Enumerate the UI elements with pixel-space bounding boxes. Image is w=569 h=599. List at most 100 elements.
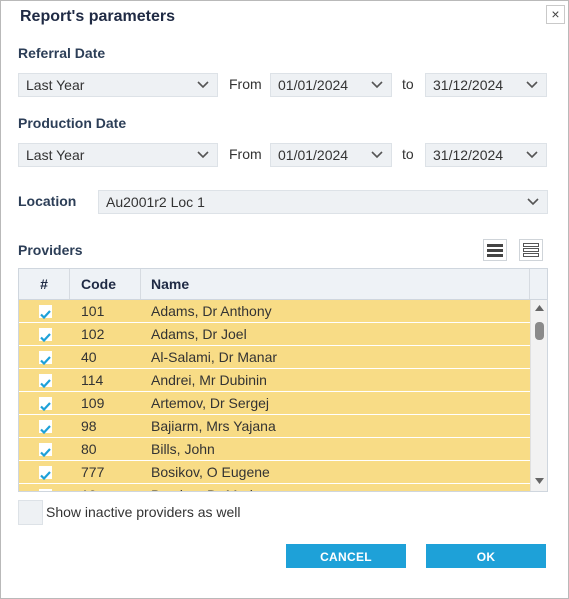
row-code: 40 bbox=[81, 349, 97, 365]
row-name: Andrei, Mr Dubinin bbox=[151, 372, 267, 388]
row-check-cell bbox=[19, 484, 70, 491]
production-to-value: 31/12/2024 bbox=[433, 147, 504, 163]
row-check-cell bbox=[19, 369, 70, 392]
row-check-cell bbox=[19, 392, 70, 415]
referral-from-label: From bbox=[229, 76, 262, 92]
column-header-name[interactable]: Name bbox=[141, 269, 530, 299]
chevron-down-icon bbox=[527, 198, 539, 206]
select-all-button[interactable] bbox=[483, 239, 507, 261]
row-check-cell bbox=[19, 300, 70, 323]
row-name: Bajiarm, Mrs Yajana bbox=[151, 418, 276, 434]
table-row[interactable]: 109 Artemov, Dr Sergej bbox=[19, 392, 530, 415]
check-icon bbox=[40, 448, 51, 458]
row-name: Brasher, Dr Mark bbox=[141, 484, 530, 491]
column-header-code[interactable]: Code bbox=[70, 269, 141, 299]
show-inactive-checkbox[interactable] bbox=[18, 500, 43, 525]
check-icon bbox=[40, 356, 51, 366]
cancel-button[interactable]: CANCEL bbox=[286, 544, 406, 568]
production-from-date[interactable]: 01/01/2024 bbox=[270, 143, 392, 167]
table-row[interactable]: 114 Andrei, Mr Dubinin bbox=[19, 369, 530, 392]
table-row[interactable]: 40 Al-Salami, Dr Manar bbox=[19, 346, 530, 369]
referral-to-date[interactable]: 31/12/2024 bbox=[425, 73, 547, 97]
row-name: Adams, Dr Anthony bbox=[151, 303, 272, 319]
row-check-cell bbox=[19, 461, 70, 484]
table-row[interactable]: 10Brasher, Dr Mark bbox=[19, 484, 530, 491]
table-row[interactable]: 777 Bosikov, O Eugene bbox=[19, 461, 530, 484]
row-name: Bills, John bbox=[151, 441, 215, 457]
row-checkbox[interactable] bbox=[39, 374, 52, 389]
row-code: 101 bbox=[81, 303, 105, 319]
location-label: Location bbox=[18, 193, 77, 209]
check-icon bbox=[40, 471, 51, 481]
referral-period-value: Last Year bbox=[26, 77, 85, 93]
referral-date-label: Referral Date bbox=[18, 45, 106, 61]
production-to-date[interactable]: 31/12/2024 bbox=[425, 143, 547, 167]
table-row[interactable]: 102 Adams, Dr Joel bbox=[19, 323, 530, 346]
referral-from-value: 01/01/2024 bbox=[278, 77, 349, 93]
row-check-cell bbox=[19, 323, 70, 346]
check-icon bbox=[40, 333, 51, 343]
chevron-down-icon bbox=[526, 81, 538, 89]
ok-button[interactable]: OK bbox=[426, 544, 546, 568]
show-inactive-label: Show inactive providers as well bbox=[46, 504, 241, 520]
row-code: 114 bbox=[81, 372, 104, 388]
scroll-down-icon[interactable] bbox=[535, 477, 544, 485]
referral-from-date[interactable]: 01/01/2024 bbox=[270, 73, 392, 97]
row-name: Bosikov, O Eugene bbox=[151, 464, 270, 480]
row-name: Al-Salami, Dr Manar bbox=[151, 349, 278, 365]
production-to-label: to bbox=[402, 146, 414, 162]
referral-to-label: to bbox=[402, 76, 414, 92]
check-icon bbox=[40, 402, 51, 412]
row-code: 98 bbox=[81, 418, 97, 434]
scrollbar-thumb[interactable] bbox=[535, 322, 544, 340]
chevron-down-icon bbox=[526, 151, 538, 159]
scroll-up-icon[interactable] bbox=[535, 304, 544, 312]
production-from-value: 01/01/2024 bbox=[278, 147, 349, 163]
dialog-title: Report's parameters bbox=[20, 8, 175, 25]
table-row[interactable]: 98 Bajiarm, Mrs Yajana bbox=[19, 415, 530, 438]
close-button[interactable]: × bbox=[546, 5, 565, 24]
row-checkbox[interactable] bbox=[39, 328, 52, 343]
check-icon bbox=[40, 379, 51, 389]
providers-grid: # Code Name 101 Adams, Dr Anthony 102 Adams… bbox=[18, 268, 548, 492]
row-code: 777 bbox=[81, 464, 105, 480]
row-code: 102 bbox=[81, 326, 105, 342]
row-check-cell bbox=[19, 438, 70, 461]
check-icon bbox=[40, 310, 51, 320]
row-checkbox[interactable] bbox=[39, 489, 52, 491]
table-row[interactable]: 80 Bills, John bbox=[19, 438, 530, 461]
row-checkbox[interactable] bbox=[39, 305, 52, 320]
providers-rows: 101 Adams, Dr Anthony 102 Adams, Dr Joel 40 A… bbox=[19, 300, 530, 491]
deselect-all-button[interactable] bbox=[519, 239, 543, 261]
row-checkbox[interactable] bbox=[39, 466, 52, 481]
grid-header: # Code Name bbox=[19, 269, 547, 300]
column-header-check[interactable]: # bbox=[19, 269, 70, 299]
location-value: Au2001r2 Loc 1 bbox=[106, 194, 205, 210]
report-parameters-dialog: Report's parameters × Referral Date Last… bbox=[0, 0, 569, 599]
row-checkbox[interactable] bbox=[39, 443, 52, 458]
table-row[interactable]: 101 Adams, Dr Anthony bbox=[19, 300, 530, 323]
row-name: Adams, Dr Joel bbox=[151, 326, 247, 342]
row-checkbox[interactable] bbox=[39, 420, 52, 435]
chevron-down-icon bbox=[371, 81, 383, 89]
production-period-value: Last Year bbox=[26, 147, 85, 163]
deselect-all-icon bbox=[523, 243, 539, 257]
referral-period-select[interactable]: Last Year bbox=[18, 73, 218, 97]
row-check-cell bbox=[19, 415, 70, 438]
row-code: 10 bbox=[70, 484, 141, 491]
chevron-down-icon bbox=[197, 151, 209, 159]
providers-label: Providers bbox=[18, 242, 83, 258]
production-date-label: Production Date bbox=[18, 115, 127, 131]
row-code: 109 bbox=[81, 395, 105, 411]
chevron-down-icon bbox=[197, 81, 209, 89]
row-checkbox[interactable] bbox=[39, 397, 52, 412]
production-period-select[interactable]: Last Year bbox=[18, 143, 218, 167]
production-from-label: From bbox=[229, 146, 262, 162]
close-icon: × bbox=[551, 6, 560, 22]
location-select[interactable]: Au2001r2 Loc 1 bbox=[98, 190, 548, 214]
row-checkbox[interactable] bbox=[39, 351, 52, 366]
grid-scrollbar[interactable] bbox=[530, 300, 547, 491]
chevron-down-icon bbox=[371, 151, 383, 159]
row-name: Artemov, Dr Sergej bbox=[151, 395, 269, 411]
row-code: 80 bbox=[81, 441, 97, 457]
